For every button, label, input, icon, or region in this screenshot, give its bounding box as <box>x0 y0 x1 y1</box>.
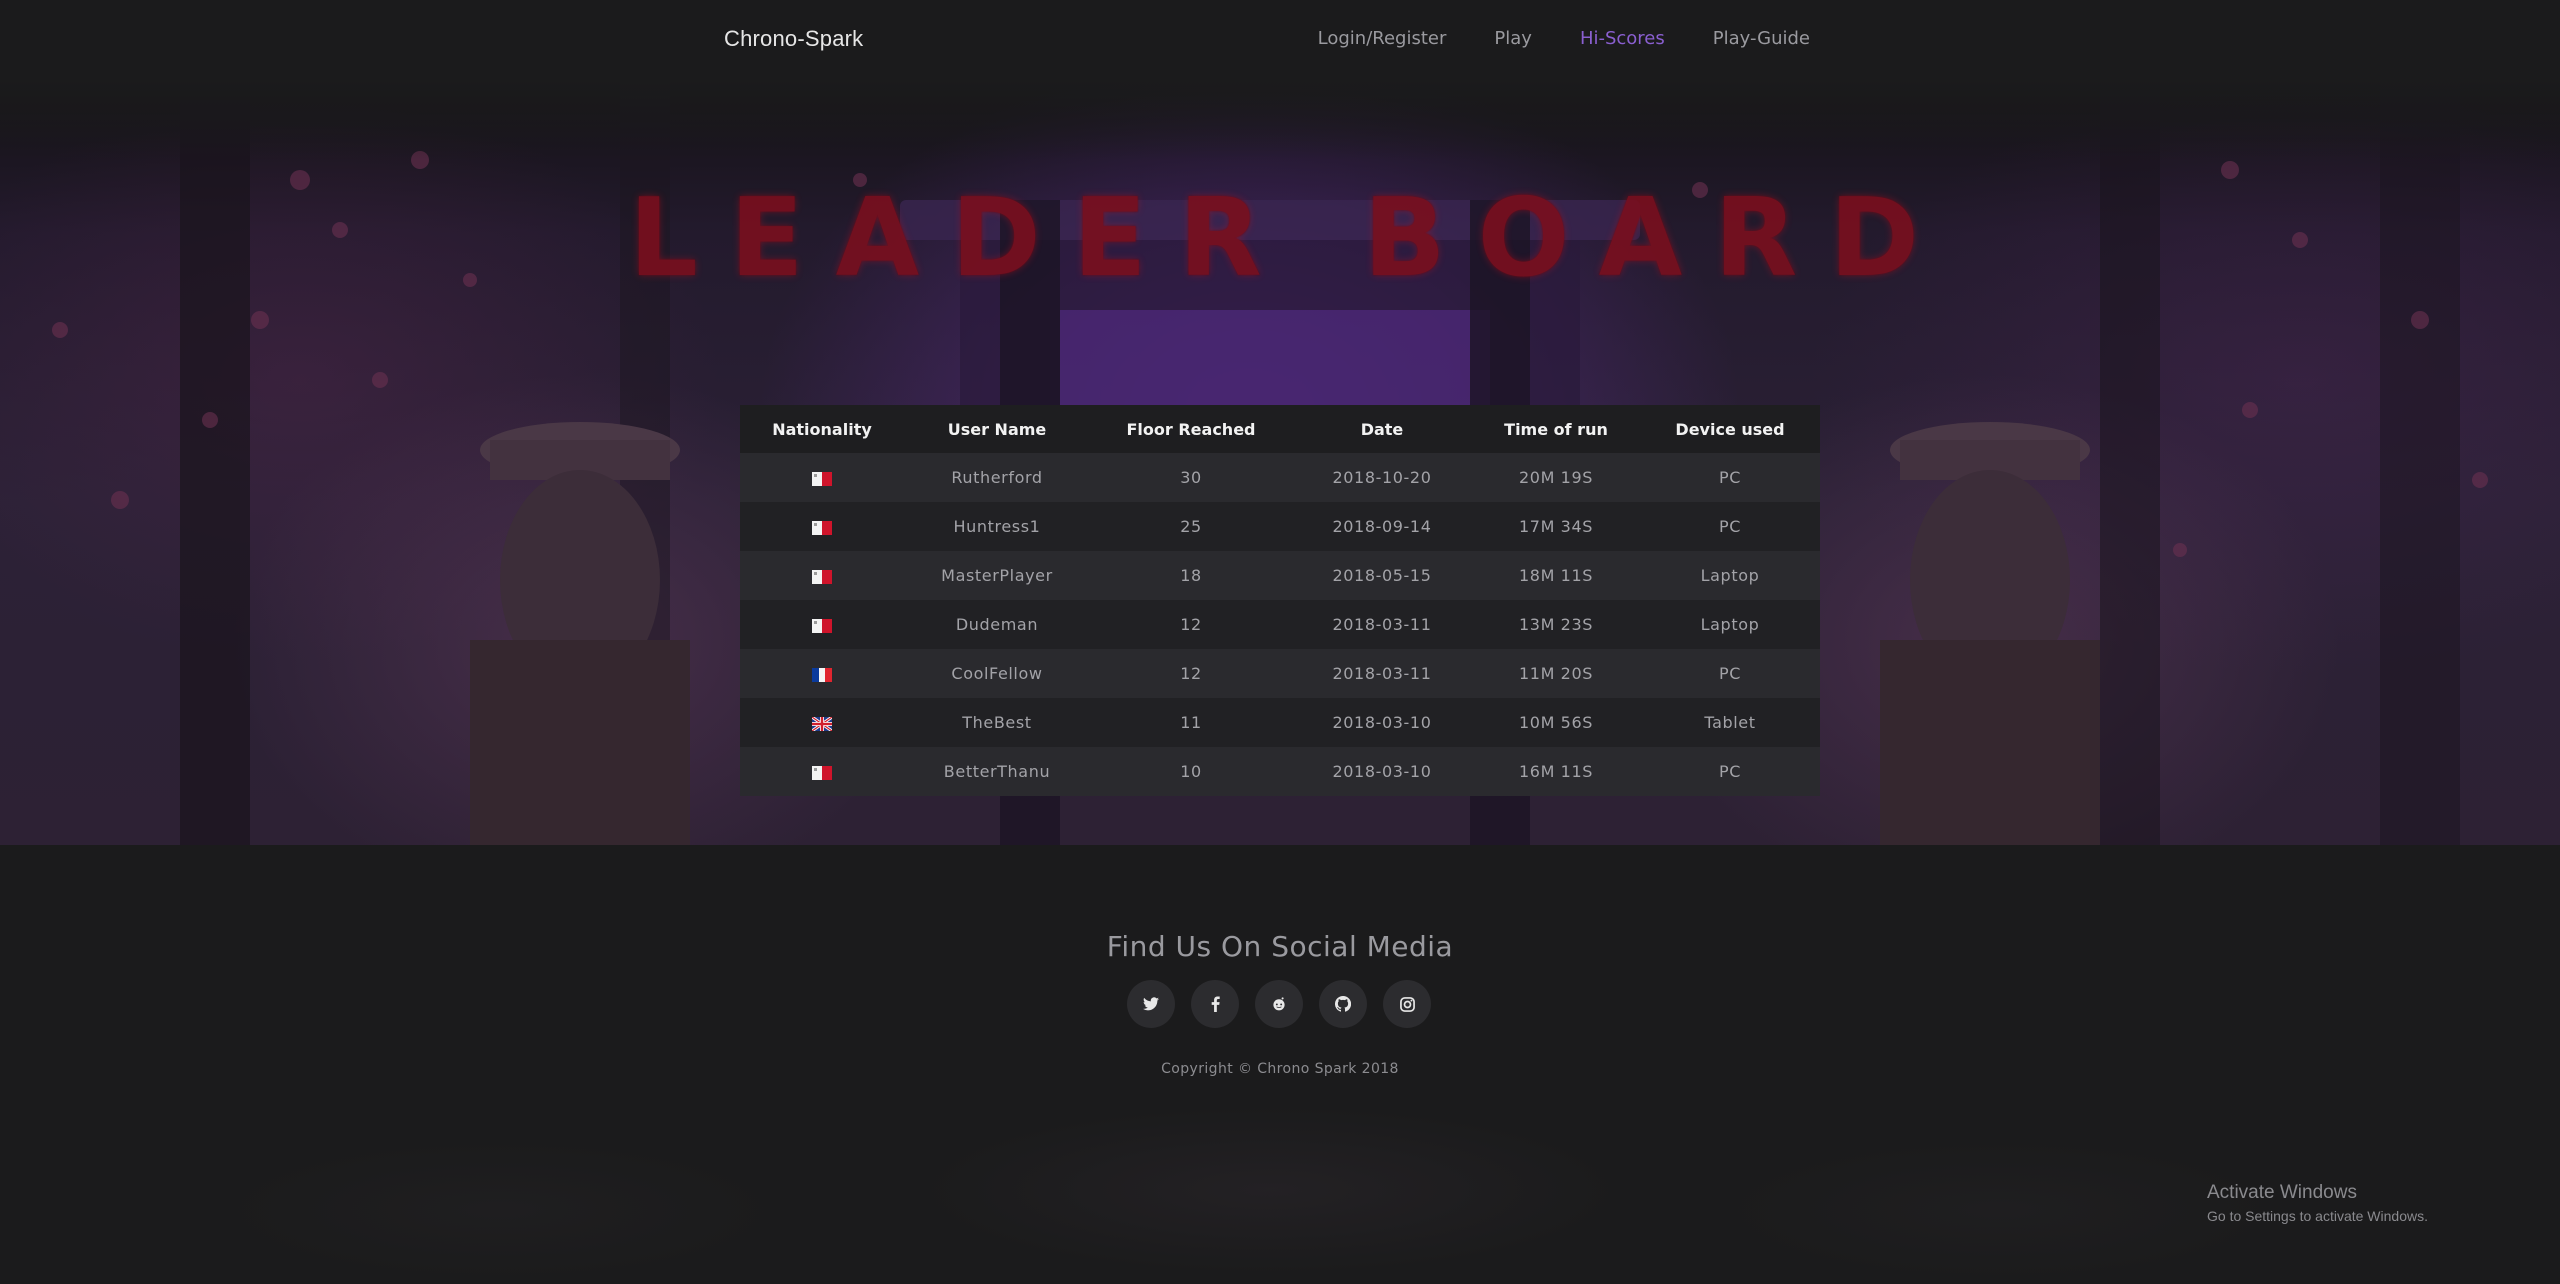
nav-link-hi-scores[interactable]: Hi-Scores <box>1580 28 1665 49</box>
time-cell: 18M 11S <box>1472 551 1640 600</box>
date-cell: 2018-03-10 <box>1292 747 1472 796</box>
device-cell: Tablet <box>1640 698 1820 747</box>
nav-link-play[interactable]: Play <box>1494 28 1532 49</box>
date-cell: 2018-09-14 <box>1292 502 1472 551</box>
floor-cell: 10 <box>1090 747 1292 796</box>
device-cell: PC <box>1640 747 1820 796</box>
twitter-icon <box>1143 997 1159 1011</box>
navbar: Chrono-Spark Login/Register Play Hi-Scor… <box>0 0 2560 80</box>
user-name-cell: Dudeman <box>904 600 1090 649</box>
table-row: Rutherford 30 2018-10-20 20M 19S PC <box>740 453 1820 502</box>
activate-windows-subtitle: Go to Settings to activate Windows. <box>2207 1208 2428 1224</box>
github-button[interactable] <box>1319 980 1367 1028</box>
device-cell: Laptop <box>1640 600 1820 649</box>
floor-cell: 25 <box>1090 502 1292 551</box>
nav-links: Login/Register Play Hi-Scores Play-Guide <box>1318 28 1810 49</box>
user-name-cell: BetterThanu <box>904 747 1090 796</box>
user-name-cell: Rutherford <box>904 453 1090 502</box>
nationality-cell <box>740 649 904 698</box>
device-cell: Laptop <box>1640 551 1820 600</box>
floor-cell: 12 <box>1090 600 1292 649</box>
time-cell: 10M 56S <box>1472 698 1640 747</box>
leaderboard-table: Nationality User Name Floor Reached Date… <box>740 405 1820 796</box>
nationality-cell <box>740 747 904 796</box>
table-row: TheBest 11 2018-03-10 10M 56S Tablet <box>740 698 1820 747</box>
column-header-time-of-run: Time of run <box>1472 405 1640 453</box>
social-links <box>1127 980 1431 1028</box>
time-cell: 17M 34S <box>1472 502 1640 551</box>
malta-flag-icon <box>812 520 832 535</box>
date-cell: 2018-05-15 <box>1292 551 1472 600</box>
device-cell: PC <box>1640 502 1820 551</box>
date-cell: 2018-03-11 <box>1292 600 1472 649</box>
table-row: MasterPlayer 18 2018-05-15 18M 11S Lapto… <box>740 551 1820 600</box>
date-cell: 2018-10-20 <box>1292 453 1472 502</box>
facebook-button[interactable] <box>1191 980 1239 1028</box>
time-cell: 13M 23S <box>1472 600 1640 649</box>
malta-flag-icon <box>812 618 832 633</box>
time-cell: 11M 20S <box>1472 649 1640 698</box>
france-flag-icon <box>812 667 832 682</box>
nav-link-play-guide[interactable]: Play-Guide <box>1713 28 1810 49</box>
twitter-button[interactable] <box>1127 980 1175 1028</box>
user-name-cell: TheBest <box>904 698 1090 747</box>
column-header-date: Date <box>1292 405 1472 453</box>
brand-logo[interactable]: Chrono-Spark <box>724 26 863 52</box>
column-header-floor-reached: Floor Reached <box>1090 405 1292 453</box>
table-row: BetterThanu 10 2018-03-10 16M 11S PC <box>740 747 1820 796</box>
hero-fade <box>0 80 2560 160</box>
reddit-button[interactable] <box>1255 980 1303 1028</box>
floor-cell: 12 <box>1090 649 1292 698</box>
table-row: Dudeman 12 2018-03-11 13M 23S Laptop <box>740 600 1820 649</box>
floor-cell: 18 <box>1090 551 1292 600</box>
table-header-row: Nationality User Name Floor Reached Date… <box>740 405 1820 453</box>
malta-flag-icon <box>812 471 832 486</box>
date-cell: 2018-03-11 <box>1292 649 1472 698</box>
time-cell: 16M 11S <box>1472 747 1640 796</box>
copyright-text: Copyright © Chrono Spark 2018 <box>1161 1061 1399 1077</box>
malta-flag-icon <box>812 765 832 780</box>
user-name-cell: Huntress1 <box>904 502 1090 551</box>
column-header-device-used: Device used <box>1640 405 1820 453</box>
floor-cell: 30 <box>1090 453 1292 502</box>
nationality-cell <box>740 551 904 600</box>
footer-background <box>0 1080 2560 1284</box>
nav-link-login-register[interactable]: Login/Register <box>1318 28 1447 49</box>
uk-flag-icon <box>812 716 832 731</box>
date-cell: 2018-03-10 <box>1292 698 1472 747</box>
leaderboard-title: LEADER BOARD <box>629 176 1951 301</box>
facebook-icon <box>1211 996 1220 1012</box>
table-row: CoolFellow 12 2018-03-11 11M 20S PC <box>740 649 1820 698</box>
nationality-cell <box>740 502 904 551</box>
activate-windows-title: Activate Windows <box>2207 1182 2357 1203</box>
nationality-cell <box>740 453 904 502</box>
user-name-cell: CoolFellow <box>904 649 1090 698</box>
instagram-button[interactable] <box>1383 980 1431 1028</box>
table-row: Huntress1 25 2018-09-14 17M 34S PC <box>740 502 1820 551</box>
windows-activation-watermark: Activate Windows Go to Settings to activ… <box>2207 1182 2428 1224</box>
reddit-icon <box>1273 997 1285 1011</box>
column-header-user-name: User Name <box>904 405 1090 453</box>
user-name-cell: MasterPlayer <box>904 551 1090 600</box>
social-media-heading: Find Us On Social Media <box>1106 930 1454 963</box>
nationality-cell <box>740 698 904 747</box>
time-cell: 20M 19S <box>1472 453 1640 502</box>
column-header-nationality: Nationality <box>740 405 904 453</box>
github-icon <box>1335 996 1351 1012</box>
nationality-cell <box>740 600 904 649</box>
floor-cell: 11 <box>1090 698 1292 747</box>
malta-flag-icon <box>812 569 832 584</box>
device-cell: PC <box>1640 649 1820 698</box>
device-cell: PC <box>1640 453 1820 502</box>
instagram-icon <box>1399 996 1415 1012</box>
